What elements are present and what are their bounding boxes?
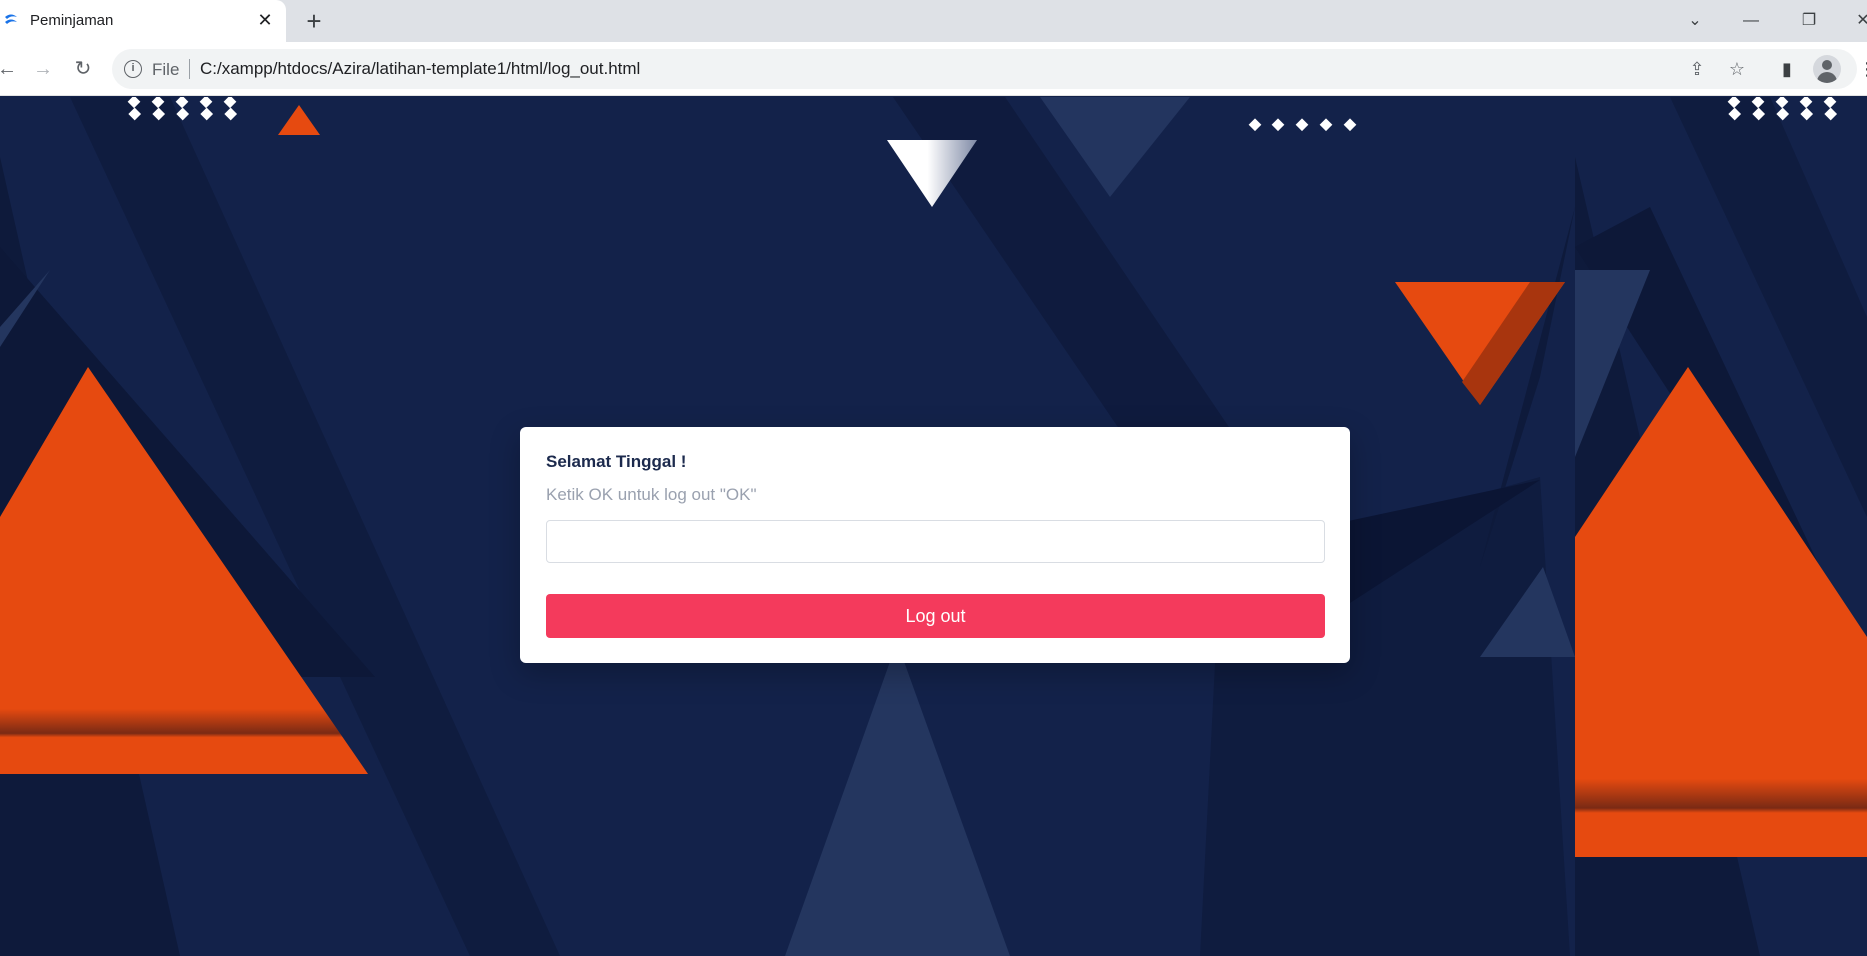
side-panel-icon[interactable]: ▮: [1773, 55, 1801, 83]
avatar-body: [1817, 72, 1837, 83]
tab-title: Peminjaman: [30, 12, 114, 29]
share-icon[interactable]: ⇪: [1685, 57, 1709, 81]
orange-small-triangle-top: [278, 105, 320, 135]
confirm-ok-input[interactable]: [546, 520, 1325, 563]
new-tab-button[interactable]: +: [300, 7, 328, 35]
browser-toolbar: ← → ↻ i File C:/xampp/htdocs/Azira/latih…: [0, 42, 1867, 96]
bg-triangle-bottom-center: [785, 642, 1010, 956]
restore-window-icon[interactable]: ❐: [1789, 6, 1829, 36]
tab-search-dropdown-icon[interactable]: ⌄: [1675, 6, 1715, 36]
logout-instruction: Ketik OK untuk log out "OK": [546, 485, 757, 504]
minimize-window-icon[interactable]: —: [1731, 6, 1771, 36]
bookmark-star-icon[interactable]: ☆: [1725, 57, 1749, 81]
swirl-favicon-icon: [5, 14, 17, 24]
close-window-icon[interactable]: ✕: [1843, 6, 1867, 36]
page-viewport: Selamat Tinggal ! Ketik OK untuk log out…: [0, 97, 1867, 956]
url-scheme-label: File: [152, 60, 180, 79]
site-info-icon[interactable]: i: [124, 60, 142, 78]
card-title: Selamat Tinggal !: [546, 452, 687, 471]
forward-arrow-icon[interactable]: →: [28, 54, 58, 84]
logout-card: Selamat Tinggal ! Ketik OK untuk log out…: [520, 427, 1350, 663]
back-arrow-icon[interactable]: ←: [0, 54, 22, 84]
browser-tab[interactable]: Peminjaman ✕: [0, 0, 286, 42]
url-text[interactable]: C:/xampp/htdocs/Azira/latihan-template1/…: [200, 59, 640, 79]
logout-button[interactable]: Log out: [546, 594, 1325, 638]
reload-icon[interactable]: ↻: [68, 54, 98, 84]
browser-tabstrip: Peminjaman ✕ + ⌄ — ❐ ✕: [0, 0, 1867, 42]
avatar-head: [1822, 60, 1832, 70]
address-bar[interactable]: i File C:/xampp/htdocs/Azira/latihan-tem…: [112, 49, 1857, 89]
tab-close-icon[interactable]: ✕: [253, 8, 277, 32]
diamond-cluster-top-right: [1248, 118, 1357, 132]
profile-avatar-icon[interactable]: [1813, 55, 1841, 83]
address-separator: [189, 59, 190, 79]
browser-menu-icon[interactable]: ⋮: [1853, 55, 1867, 83]
